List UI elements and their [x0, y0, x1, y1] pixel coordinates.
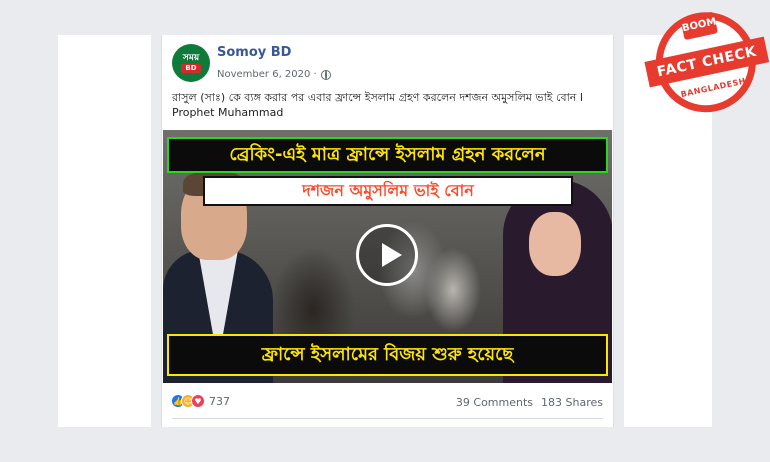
page-name-link[interactable]: Somoy BD: [217, 45, 291, 60]
page-avatar[interactable]: সময় BD: [172, 44, 210, 82]
boom-fact-check-logo: BOOM FACT CHECK BANGLADESH: [635, 0, 770, 135]
reactions-summary[interactable]: 👍 ☺ ♥ 737: [171, 394, 230, 408]
footer-divider: [172, 418, 603, 419]
video-thumbnail[interactable]: ব্রেকিং-এই মাত্র ফ্রান্সে ইসলাম গ্রহন কর…: [163, 130, 612, 383]
facebook-post-card: সময় BD Somoy BD November 6, 2020 · রাসু…: [161, 35, 614, 427]
headline-bottom: ফ্রান্সে ইসলামের বিজয় শুরু হয়েছে: [167, 334, 608, 376]
comments-count-link[interactable]: 39 Comments: [456, 396, 533, 409]
engagement-stats: 39 Comments 183 Shares: [456, 396, 603, 409]
avatar-text-bottom: BD: [181, 64, 201, 73]
post-text: রাসুল (সাঃ) কে ব্যঙ্গ করার পর এবার ফ্রান…: [172, 91, 583, 119]
shares-count-link[interactable]: 183 Shares: [541, 396, 603, 409]
post-meta: November 6, 2020 ·: [217, 69, 331, 80]
left-background-panel: [58, 35, 151, 427]
reaction-count: 737: [209, 394, 230, 408]
avatar-text-top: সময়: [182, 53, 200, 63]
love-icon: ♥: [191, 394, 205, 408]
play-icon[interactable]: [356, 224, 418, 286]
headline-middle: দশজন অমুসলিম ভাই বোন: [203, 176, 573, 206]
woman-face: [529, 212, 581, 276]
headline-top: ব্রেকিং-এই মাত্র ফ্রান্সে ইসলাম গ্রহন কর…: [167, 137, 608, 173]
post-date[interactable]: November 6, 2020 ·: [217, 69, 317, 80]
globe-icon: [320, 69, 331, 80]
